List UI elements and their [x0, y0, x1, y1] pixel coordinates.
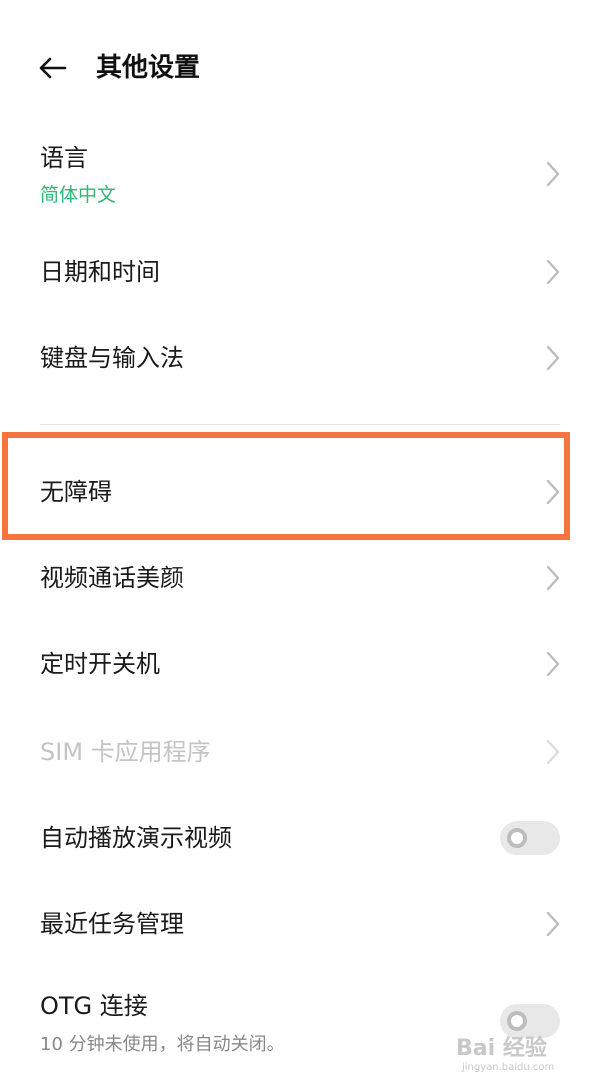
chevron-right-icon [546, 161, 560, 187]
settings-item-video-beauty[interactable]: 视频通话美颜 [0, 546, 600, 610]
settings-item-label: 定时开关机 [40, 650, 160, 678]
chevron-right-icon [546, 911, 560, 937]
settings-item-label: 无障碍 [40, 478, 112, 506]
settings-item-label: OTG 连接 [40, 992, 148, 1020]
watermark-url: jingyan.baidu.com [462, 1062, 555, 1073]
settings-item-label: SIM 卡应用程序 [40, 738, 211, 766]
settings-item-date-time[interactable]: 日期和时间 [0, 240, 600, 304]
chevron-right-icon [546, 259, 560, 285]
page-title: 其他设置 [96, 53, 201, 83]
chevron-right-icon [546, 565, 560, 591]
settings-item-scheduled-power[interactable]: 定时开关机 [0, 632, 600, 696]
chevron-right-icon [546, 651, 560, 677]
app-header: 其他设置 [0, 0, 600, 140]
back-button[interactable] [30, 48, 74, 88]
autoplay-demo-toggle[interactable] [500, 821, 560, 855]
settings-item-keyboard[interactable]: 键盘与输入法 [0, 326, 600, 390]
settings-item-label: 视频通话美颜 [40, 564, 184, 592]
settings-item-label: 日期和时间 [40, 258, 160, 286]
settings-item-label: 自动播放演示视频 [40, 824, 232, 852]
settings-item-language[interactable]: 语言 简体中文 [0, 140, 600, 220]
settings-item-label: 语言 [40, 144, 88, 172]
settings-item-value: 简体中文 [40, 184, 117, 206]
chevron-right-icon [546, 479, 560, 505]
section-divider [40, 424, 560, 425]
toggle-knob [507, 828, 527, 848]
settings-item-accessibility[interactable]: 无障碍 [0, 460, 600, 524]
settings-item-recent-tasks[interactable]: 最近任务管理 [0, 892, 600, 956]
settings-item-label: 键盘与输入法 [40, 344, 184, 372]
toggle-knob [507, 1011, 527, 1031]
settings-item-autoplay-demo: 自动播放演示视频 [0, 806, 600, 870]
settings-item-label: 最近任务管理 [40, 910, 184, 938]
settings-item-description: 10 分钟未使用，将自动关闭。 [40, 1034, 285, 1055]
back-arrow-icon [39, 57, 67, 79]
chevron-right-icon [546, 345, 560, 371]
chevron-right-icon [546, 739, 560, 765]
watermark-logo: Bai 经验 [456, 1036, 547, 1061]
settings-item-sim-apps[interactable]: SIM 卡应用程序 [0, 720, 600, 784]
